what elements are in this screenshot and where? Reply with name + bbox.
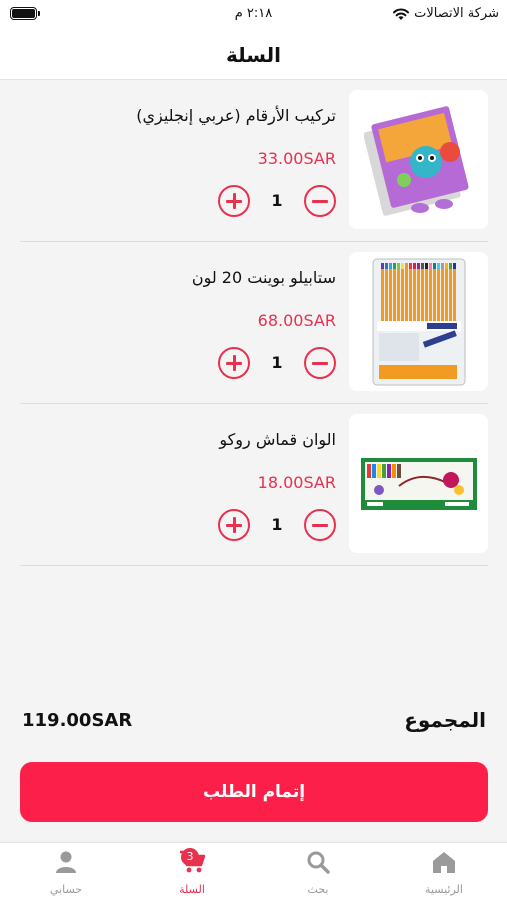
- product-name[interactable]: الوان قماش روكو: [219, 430, 336, 449]
- workbook-illustration: [363, 105, 469, 216]
- product-price: 33.00SAR: [257, 149, 336, 168]
- total-value: 119.00SAR: [22, 710, 133, 731]
- cart-item: ستابيلو بوينت 20 لون 68.00SAR 1: [20, 242, 488, 404]
- product-name[interactable]: ستابيلو بوينت 20 لون: [192, 268, 336, 287]
- tab-label: حسابي: [49, 883, 83, 896]
- product-image[interactable]: [349, 90, 488, 229]
- total-label: المجموع: [404, 708, 486, 732]
- quantity-stepper: 1: [218, 185, 336, 219]
- cart-item: الوان قماش روكو 18.00SAR 1: [20, 404, 488, 566]
- status-bar: ٢:١٨ م شركة الاتصالات: [0, 0, 507, 30]
- home-icon: [433, 852, 455, 873]
- fabric-colors-box-illustration: [360, 457, 477, 510]
- tab-label: السلة: [179, 883, 205, 896]
- checkout-label: إتمام الطلب: [202, 782, 306, 802]
- decrease-quantity-button[interactable]: [304, 509, 336, 541]
- carrier-name: شركة الاتصالات: [414, 6, 499, 21]
- decrease-quantity-button[interactable]: [304, 347, 336, 379]
- quantity-value: 1: [271, 191, 283, 210]
- status-carrier: شركة الاتصالات: [392, 6, 499, 21]
- increase-quantity-button[interactable]: [218, 509, 250, 541]
- wifi-icon: [393, 8, 410, 20]
- quantity-stepper: 1: [218, 509, 336, 543]
- tab-label: الرئيسية: [425, 883, 463, 896]
- quantity-value: 1: [271, 353, 283, 372]
- pens-pack-illustration: [372, 258, 465, 385]
- quantity-value: 1: [271, 515, 283, 534]
- search-icon: [307, 851, 330, 874]
- tab-account[interactable]: حسابي: [3, 843, 129, 900]
- product-image[interactable]: [349, 414, 488, 553]
- cart-content: تركيب الأرقام (عربي إنجليزي) 33.00SAR 1: [0, 80, 507, 842]
- tab-search[interactable]: بحث: [255, 843, 381, 900]
- page-title: السلة: [225, 42, 281, 67]
- checkout-button[interactable]: إتمام الطلب: [20, 762, 488, 822]
- product-name[interactable]: تركيب الأرقام (عربي إنجليزي): [136, 106, 336, 125]
- quantity-stepper: 1: [218, 347, 336, 381]
- tab-home[interactable]: الرئيسية: [381, 843, 507, 900]
- decrease-quantity-button[interactable]: [304, 185, 336, 217]
- increase-quantity-button[interactable]: [218, 185, 250, 217]
- page-header: السلة: [0, 30, 507, 80]
- cart-item: تركيب الأرقام (عربي إنجليزي) 33.00SAR 1: [20, 80, 488, 242]
- cart-count-badge: 3: [181, 848, 199, 866]
- total-row: المجموع 119.00SAR: [22, 708, 486, 734]
- tab-label: بحث: [307, 883, 329, 896]
- bottom-tab-bar: الرئيسية بحث 3 السلة حسابي: [0, 842, 507, 900]
- increase-quantity-button[interactable]: [218, 347, 250, 379]
- user-icon: [56, 851, 76, 873]
- product-price: 68.00SAR: [257, 311, 336, 330]
- product-price: 18.00SAR: [257, 473, 336, 492]
- product-image[interactable]: [349, 252, 488, 391]
- tab-cart[interactable]: 3 السلة: [129, 843, 255, 900]
